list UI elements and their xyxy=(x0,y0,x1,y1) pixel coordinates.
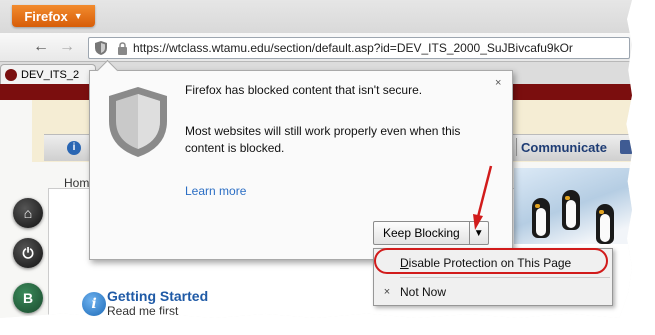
annotation-arrow-icon xyxy=(473,165,493,230)
screenshot-frame: Firefox ▼ ← → https://wtclass.wtamu.edu/… xyxy=(0,0,632,318)
